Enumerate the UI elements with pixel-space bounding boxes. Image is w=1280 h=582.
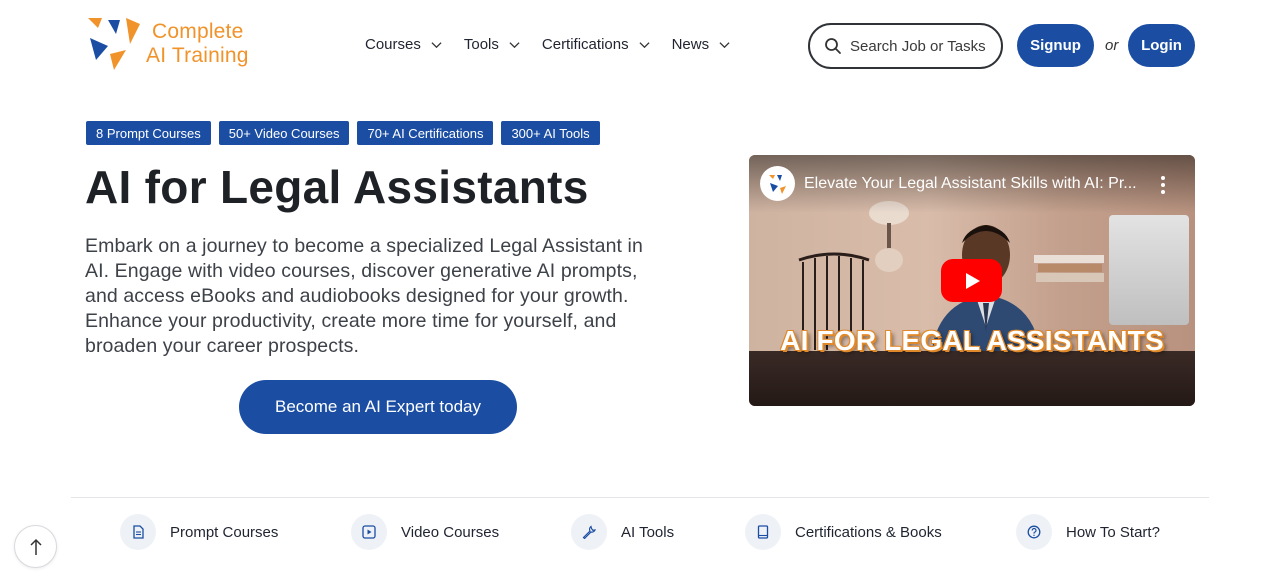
quick-link-icon-wrap bbox=[351, 514, 387, 550]
hero-description: Embark on a journey to become a speciali… bbox=[85, 235, 643, 357]
logo-mark-icon bbox=[88, 18, 140, 70]
signup-button[interactable]: Signup bbox=[1017, 24, 1094, 67]
badge-ai-certifications: 70+ AI Certifications bbox=[357, 121, 494, 145]
play-button[interactable] bbox=[941, 259, 1002, 302]
video-title[interactable]: Elevate Your Legal Assistant Skills with… bbox=[804, 175, 1139, 193]
monitor-graphic bbox=[1109, 215, 1189, 325]
quick-link-ai-tools[interactable]: AI Tools bbox=[571, 514, 674, 550]
quick-link-icon-wrap bbox=[571, 514, 607, 550]
quick-link-label: Prompt Courses bbox=[170, 523, 279, 541]
logo-text: Complete AI Training bbox=[146, 20, 249, 68]
search-icon bbox=[825, 38, 841, 54]
chevron-down-icon bbox=[431, 42, 442, 49]
quick-link-icon-wrap bbox=[120, 514, 156, 550]
badge-ai-tools: 300+ AI Tools bbox=[501, 121, 600, 145]
more-vertical-icon[interactable] bbox=[1160, 175, 1166, 195]
channel-avatar[interactable] bbox=[760, 166, 795, 201]
nav-courses-label: Courses bbox=[365, 36, 421, 53]
chevron-down-icon bbox=[639, 42, 650, 49]
quick-link-certifications-books[interactable]: Certifications & Books bbox=[745, 514, 942, 550]
page-title: AI for Legal Assistants bbox=[85, 161, 589, 213]
quick-link-label: AI Tools bbox=[621, 523, 675, 541]
quick-link-label: Video Courses bbox=[401, 523, 500, 541]
wrench-icon bbox=[582, 525, 596, 539]
video-caption: AI FOR LEGAL ASSISTANTS bbox=[780, 325, 1164, 356]
site-header: Complete AI Training Courses Tools Certi… bbox=[0, 0, 1280, 92]
nav-tools-label: Tools bbox=[463, 36, 499, 53]
quick-link-icon-wrap bbox=[745, 514, 781, 550]
video-player[interactable]: Elevate Your Legal Assistant Skills with… bbox=[749, 155, 1195, 406]
channel-logo-icon bbox=[768, 174, 786, 194]
book-icon bbox=[757, 525, 769, 539]
nav-news-label: News bbox=[671, 36, 710, 53]
section-divider bbox=[71, 497, 1209, 498]
nav-courses[interactable]: Courses bbox=[365, 36, 442, 53]
badge-video-courses: 50+ Video Courses bbox=[218, 121, 350, 145]
play-icon bbox=[965, 272, 980, 289]
login-button[interactable]: Login bbox=[1128, 24, 1195, 67]
site-logo[interactable]: Complete AI Training bbox=[86, 16, 266, 74]
quick-link-how-to-start[interactable]: How To Start? bbox=[1016, 514, 1160, 550]
nav-certifications-label: Certifications bbox=[541, 36, 629, 53]
search-box[interactable] bbox=[808, 23, 1003, 69]
video-icon bbox=[362, 525, 376, 539]
chevron-down-icon bbox=[509, 42, 520, 49]
quick-link-icon-wrap bbox=[1016, 514, 1052, 550]
search-input[interactable] bbox=[850, 37, 1000, 55]
logo-line-2: AI Training bbox=[146, 44, 249, 67]
question-icon bbox=[1027, 525, 1041, 539]
nav-certifications[interactable]: Certifications bbox=[542, 36, 650, 53]
quick-link-video-courses[interactable]: Video Courses bbox=[351, 514, 499, 550]
document-icon bbox=[133, 525, 144, 539]
quick-link-label: Certifications & Books bbox=[795, 523, 942, 541]
logo-line-1: Complete bbox=[152, 20, 244, 43]
become-expert-button[interactable]: Become an AI Expert today bbox=[239, 380, 517, 434]
badge-prompt-courses: 8 Prompt Courses bbox=[86, 121, 211, 145]
main-nav: Courses Tools Certifications News bbox=[365, 36, 752, 53]
quick-link-label: How To Start? bbox=[1066, 523, 1160, 541]
scroll-to-top-button[interactable] bbox=[14, 525, 57, 568]
nav-tools[interactable]: Tools bbox=[464, 36, 520, 53]
desk-graphic bbox=[749, 351, 1195, 406]
arrow-up-icon bbox=[29, 538, 42, 555]
quick-link-prompt-courses[interactable]: Prompt Courses bbox=[120, 514, 278, 550]
stats-badges: 8 Prompt Courses 50+ Video Courses 70+ A… bbox=[86, 121, 600, 145]
nav-news[interactable]: News bbox=[672, 36, 731, 53]
chevron-down-icon bbox=[719, 42, 730, 49]
or-separator: or bbox=[1105, 37, 1119, 54]
